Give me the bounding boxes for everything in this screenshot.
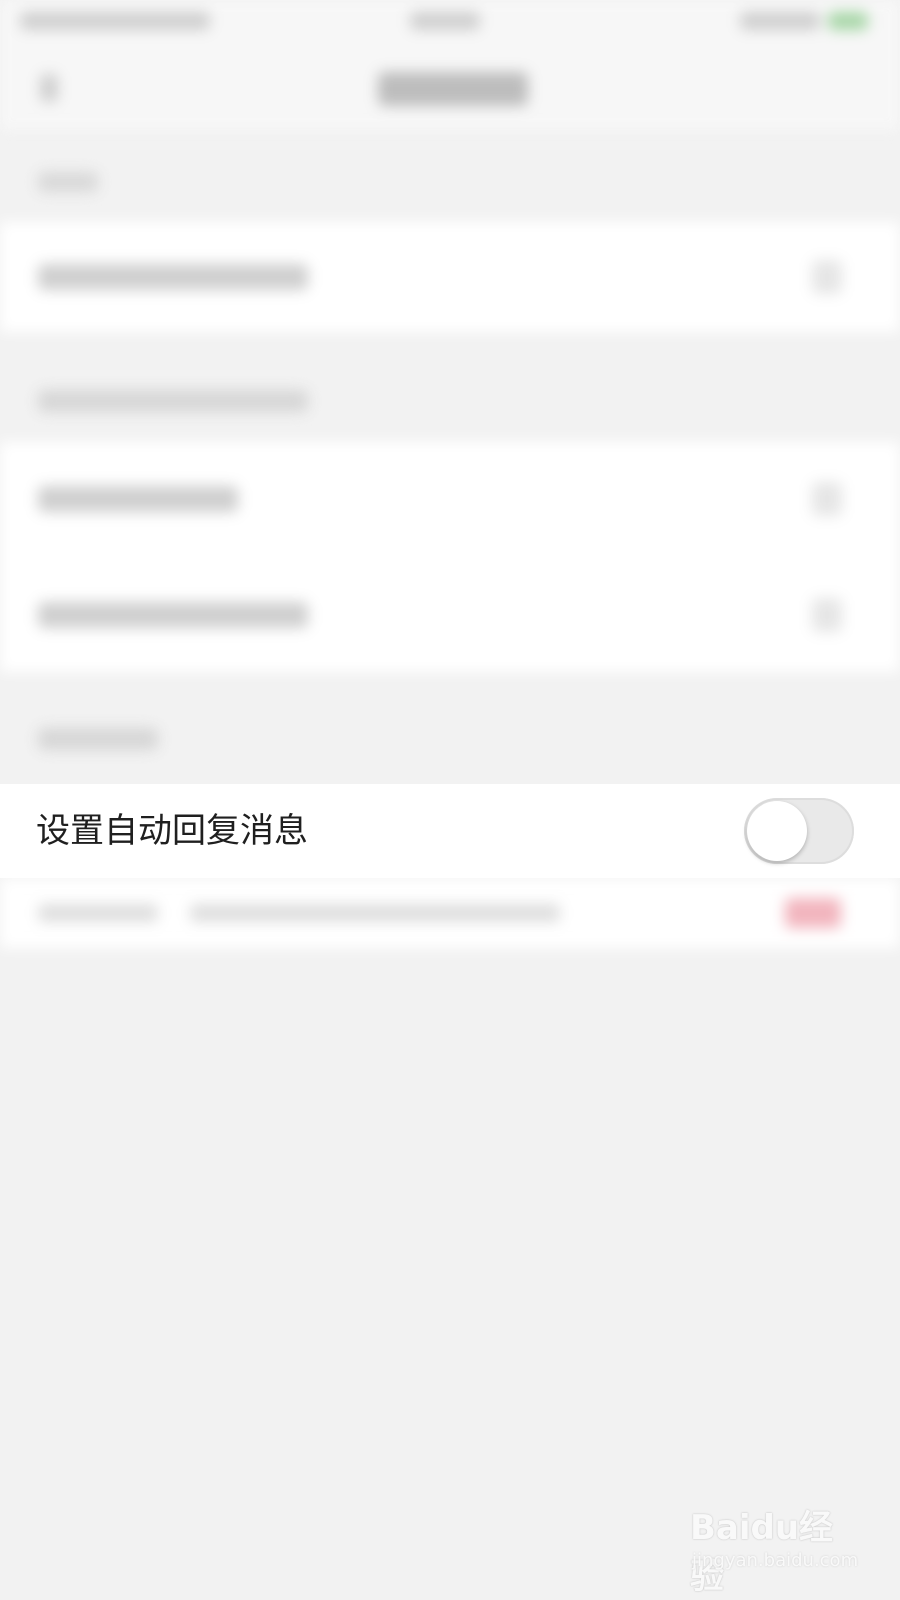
auto-reply-toggle[interactable] [744, 798, 854, 864]
list-group [0, 442, 900, 672]
back-icon[interactable] [40, 74, 58, 102]
watermark-logo: Baidu经验 [690, 1508, 834, 1597]
list-item[interactable] [0, 878, 900, 948]
watermark-url: jingyan.baidu.com [692, 1550, 859, 1571]
nav-bar [0, 42, 900, 130]
section-header [38, 728, 158, 750]
status-bar [0, 0, 900, 42]
auto-reply-label: 设置自动回复消息 [36, 811, 308, 851]
toggle-knob[interactable] [747, 801, 807, 861]
list-item[interactable] [0, 222, 900, 332]
baidu-watermark: Baidu经验 jingyan.baidu.com [690, 1500, 860, 1597]
section-header [38, 172, 98, 192]
auto-reply-row: 设置自动回复消息 [0, 784, 900, 878]
settings-screen: 设置自动回复消息 Baidu经验 jingyan.baidu.com [0, 0, 900, 1600]
page-title [378, 72, 528, 106]
section-header [38, 390, 308, 412]
